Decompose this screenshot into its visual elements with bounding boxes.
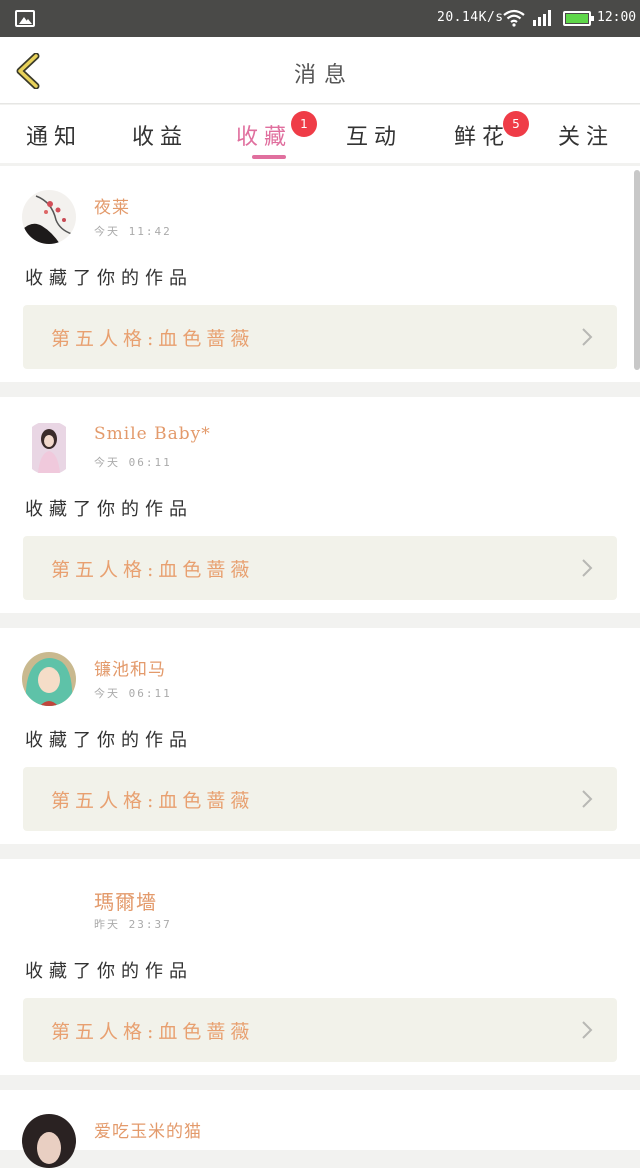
gallery-icon (15, 10, 35, 27)
work-title: 第五人格:血色蔷薇 (51, 1021, 255, 1043)
username[interactable]: Smile Baby* (94, 424, 211, 444)
tab-notifications[interactable]: 通知 (14, 119, 94, 163)
username[interactable]: 镰池和马 (94, 655, 166, 680)
chevron-right-icon (582, 559, 593, 577)
work-title: 第五人格:血色蔷薇 (51, 328, 255, 350)
tab-label: 收藏 (235, 125, 292, 150)
action-text: 收藏了你的作品 (25, 268, 193, 289)
unread-badge: 1 (291, 111, 317, 137)
chevron-right-icon (582, 328, 593, 346)
avatar[interactable] (22, 652, 76, 706)
tab-earnings[interactable]: 收益 (120, 119, 200, 163)
avatar[interactable] (22, 1114, 76, 1168)
battery-icon (563, 11, 594, 26)
work-link[interactable]: 第五人格:血色蔷薇 (23, 998, 617, 1062)
action-text: 收藏了你的作品 (25, 961, 193, 982)
work-link[interactable]: 第五人格:血色蔷薇 (23, 767, 617, 831)
header: 消息 (0, 37, 640, 104)
list-item: 瑪爾墻 昨天 23:37 收藏了你的作品 第五人格:血色蔷薇 (0, 859, 640, 1075)
list-item: 夜莱 今天 11:42 收藏了你的作品 第五人格:血色蔷薇 (0, 166, 640, 382)
active-tab-indicator (252, 155, 286, 159)
username[interactable]: 爱吃玉米的猫 (94, 1117, 202, 1142)
clock: 12:00 (597, 10, 637, 25)
work-title: 第五人格:血色蔷薇 (51, 790, 255, 812)
timestamp: 今天 11:42 (94, 225, 172, 238)
tab-interactions[interactable]: 互动 (334, 119, 414, 163)
avatar[interactable] (22, 190, 76, 244)
action-text: 收藏了你的作品 (25, 730, 193, 751)
tab-favorites[interactable]: 收藏 1 (224, 111, 317, 163)
tab-label: 关注 (557, 125, 614, 150)
tab-label: 鲜花 (453, 125, 510, 150)
list-item: Smile Baby* 今天 06:11 收藏了你的作品 第五人格:血色蔷薇 (0, 397, 640, 613)
signal-icon (533, 10, 551, 26)
timestamp: 今天 06:11 (94, 687, 172, 700)
status-bar: 20.14K/s 12:00 (0, 0, 640, 37)
tab-label: 通知 (25, 125, 82, 150)
action-text: 收藏了你的作品 (25, 499, 193, 520)
tab-flowers[interactable]: 鲜花 5 (442, 111, 529, 163)
avatar[interactable] (22, 883, 76, 937)
chevron-right-icon (582, 1021, 593, 1039)
wifi-icon (503, 9, 525, 27)
work-title: 第五人格:血色蔷薇 (51, 559, 255, 581)
network-speed: 20.14K/s (437, 10, 504, 25)
unread-badge: 5 (503, 111, 529, 137)
username[interactable]: 夜莱 (94, 193, 130, 218)
list-item: 爱吃玉米的猫 (0, 1090, 640, 1168)
work-link[interactable]: 第五人格:血色蔷薇 (23, 305, 617, 369)
tab-label: 收益 (131, 125, 188, 150)
tab-bar: 通知 收益 收藏 1 互动 鲜花 5 关注 (0, 105, 640, 163)
list-item: 镰池和马 今天 06:11 收藏了你的作品 第五人格:血色蔷薇 (0, 628, 640, 844)
work-link[interactable]: 第五人格:血色蔷薇 (23, 536, 617, 600)
tab-following[interactable]: 关注 (546, 119, 626, 163)
chevron-right-icon (582, 790, 593, 808)
avatar[interactable] (22, 421, 76, 475)
username[interactable]: 瑪爾墻 (94, 886, 157, 915)
tab-label: 互动 (345, 125, 402, 150)
page-title: 消息 (293, 63, 354, 88)
scrollbar[interactable] (634, 170, 640, 370)
timestamp: 今天 06:11 (94, 456, 172, 469)
timestamp: 昨天 23:37 (94, 918, 172, 931)
